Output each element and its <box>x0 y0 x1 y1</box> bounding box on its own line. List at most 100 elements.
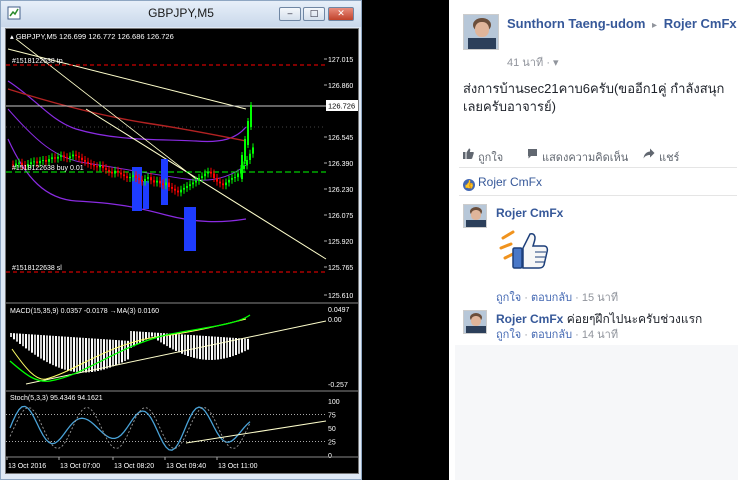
macd-histogram-bar <box>211 336 213 360</box>
comment-avatar[interactable] <box>463 204 487 228</box>
write-comment-area[interactable] <box>455 345 738 480</box>
comment-icon <box>528 149 537 159</box>
comment-reply-button[interactable]: ตอบกลับ <box>531 329 572 341</box>
facebook-post: Sunthorn Taeng-udom ▸ Rojer CmFx 41 นาที… <box>449 0 744 480</box>
comment-like-button[interactable]: ถูกใจ <box>496 292 521 304</box>
candle-body <box>111 171 113 174</box>
candle-body <box>129 177 131 179</box>
macd-histogram-bar <box>184 334 186 355</box>
post-author-link[interactable]: Sunthorn Taeng-udom <box>507 16 645 31</box>
comment-button[interactable]: แสดงความคิดเห็น <box>542 148 628 166</box>
signal-block <box>161 159 168 205</box>
macd-histogram-bar <box>178 334 180 353</box>
macd-histogram-bar <box>124 340 126 361</box>
stochastic-axis-label: 25 <box>328 440 336 447</box>
candle-body <box>138 178 140 180</box>
stochastic-label: Stoch(5,3,3) 95.4346 94.1621 <box>10 395 103 402</box>
maximize-button[interactable]: □ <box>303 7 325 21</box>
candle-body <box>87 161 89 164</box>
macd-histogram-bar <box>46 335 48 363</box>
candle-body <box>228 179 230 183</box>
candle-body <box>33 161 35 163</box>
candle-body <box>222 183 224 186</box>
stochastic-axis-label: 100 <box>328 399 340 406</box>
chart-area[interactable]: ▴ GBPJPY,M5 126.699 126.772 126.686 126.… <box>5 28 359 474</box>
candle-body <box>247 121 249 145</box>
candle-body <box>189 184 191 187</box>
candle-body <box>120 172 122 175</box>
macd-histogram-bar <box>67 336 69 371</box>
price-panel: ▴ GBPJPY,M5 126.699 126.772 126.686 126.… <box>6 32 358 300</box>
comment-like-button[interactable]: ถูกใจ <box>496 329 521 341</box>
arrow-right-icon: ▸ <box>652 20 658 31</box>
candle-body <box>204 173 206 177</box>
macd-histogram-bar <box>139 331 141 343</box>
chart-window[interactable]: GBPJPY,M5 ‒ □ ✕ ▴ GBPJPY,M5 126.699 126.… <box>0 0 362 480</box>
price-axis-label: 125.920 <box>328 239 353 246</box>
macd-histogram-bar <box>223 337 225 359</box>
candle-body <box>81 157 83 160</box>
candle-body <box>234 177 236 179</box>
candle-body <box>165 182 167 186</box>
macd-histogram-bar <box>103 339 105 370</box>
post-text: ส่งการบ้านsec21คาบ6ครับ(ขออีก1คู่ กำลังส… <box>463 81 725 114</box>
price-axis-label: 125.610 <box>328 293 353 300</box>
like-button[interactable]: ถูกใจ <box>478 148 503 166</box>
separator-dot: · <box>546 57 550 69</box>
candle-body <box>159 180 161 184</box>
comment-author-link[interactable]: Rojer CmFx <box>496 206 563 220</box>
likers-names[interactable]: Rojer CmFx <box>478 175 542 189</box>
close-button[interactable]: ✕ <box>328 7 354 21</box>
candle-body <box>210 171 212 174</box>
candle-body <box>186 186 188 188</box>
candle-body <box>243 165 245 169</box>
candle-body <box>216 178 218 182</box>
macd-histogram-bar <box>175 334 177 351</box>
price-chart[interactable]: ▴ GBPJPY,M5 126.699 126.772 126.686 126.… <box>6 29 358 473</box>
macd-histogram-bar <box>241 338 243 353</box>
macd-histogram-bar <box>10 333 12 337</box>
stop-loss-label: #1518122638 sl <box>12 265 62 272</box>
comment-reply-button[interactable]: ตอบกลับ <box>531 292 572 304</box>
macd-label: MACD(15,35,9) 0.0357 -0.0178 →MA(3) 0.01… <box>10 308 159 315</box>
macd-histogram-bar <box>136 331 138 345</box>
candle-body <box>168 182 170 187</box>
macd-histogram-bar <box>49 335 51 364</box>
macd-histogram-bar <box>196 335 198 359</box>
candle-body <box>249 153 251 160</box>
candle-body <box>135 175 137 178</box>
separator-dot: · <box>524 292 528 304</box>
macd-histogram-bar <box>64 336 66 370</box>
price-axis-label: 127.015 <box>328 57 353 64</box>
macd-histogram-bar <box>106 339 108 369</box>
candle-body <box>147 177 149 179</box>
take-profit-label: #1518122638 tp <box>12 58 63 65</box>
price-axis-label: 126.075 <box>328 213 353 220</box>
chart-window-titlebar[interactable]: GBPJPY,M5 ‒ □ ✕ <box>1 1 361 27</box>
candle-body <box>180 189 182 193</box>
comment-timestamp[interactable]: 15 นาที <box>582 292 618 304</box>
macd-histogram-bar <box>19 333 21 344</box>
comment-avatar[interactable] <box>463 310 487 334</box>
macd-histogram-bar <box>37 334 39 357</box>
post-target-link[interactable]: Rojer CmFx <box>664 16 737 31</box>
comment-author-link[interactable]: Rojer CmFx <box>496 312 563 326</box>
candle-body <box>162 183 164 186</box>
privacy-icon[interactable]: ▾ <box>553 57 559 69</box>
time-axis-label: 13 Oct 2016 <box>8 463 46 470</box>
macd-axis-top: 0.0497 <box>328 307 350 314</box>
candle-body <box>63 155 65 158</box>
minimize-button[interactable]: ‒ <box>279 7 301 21</box>
time-axis-label: 13 Oct 09:40 <box>166 463 206 470</box>
candle-body <box>39 160 41 164</box>
likes-summary[interactable]: 👍 Rojer CmFx <box>463 175 542 191</box>
candle-body <box>126 176 128 178</box>
macd-histogram-bar <box>79 337 81 373</box>
macd-panel: MACD(15,35,9) 0.0357 -0.0178 →MA(3) 0.01… <box>9 307 350 389</box>
comment-timestamp[interactable]: 14 นาที <box>582 329 618 341</box>
candle-body <box>99 165 101 168</box>
post-timestamp[interactable]: 41 นาที <box>507 57 543 69</box>
author-avatar[interactable] <box>463 14 499 50</box>
macd-histogram-bar <box>202 335 204 360</box>
share-button[interactable]: แชร์ <box>659 148 679 166</box>
